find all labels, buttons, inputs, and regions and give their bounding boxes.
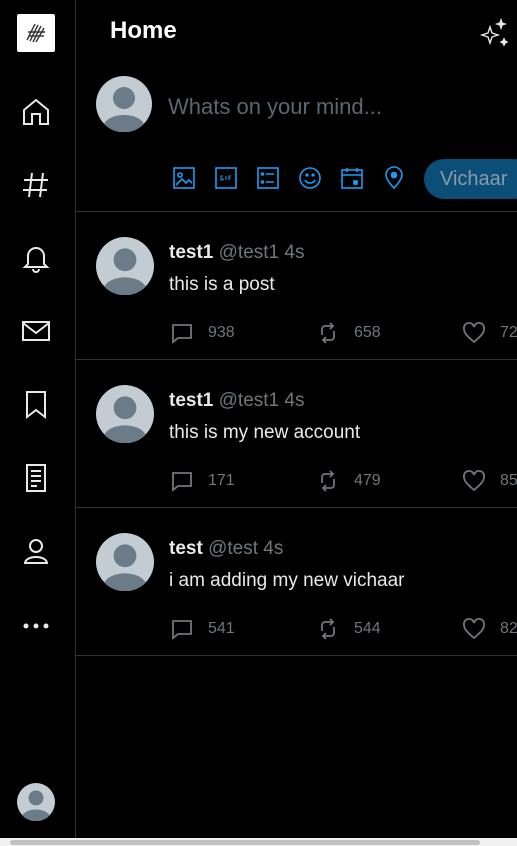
post-time: 4s	[284, 390, 305, 411]
post-author-name[interactable]: test1	[169, 242, 213, 263]
post-time: 4s	[284, 242, 305, 263]
like-button[interactable]: 72	[462, 320, 517, 346]
repost-count: 479	[354, 472, 380, 489]
reply-icon	[172, 620, 192, 640]
sparkle-icon[interactable]	[479, 17, 509, 48]
reply-button[interactable]: 541	[170, 616, 234, 642]
page-title: Home	[110, 17, 177, 44]
like-button[interactable]: 85	[462, 468, 517, 494]
avatar[interactable]	[96, 237, 154, 296]
repost-icon	[321, 322, 335, 344]
like-count: 85	[500, 472, 517, 489]
image-icon[interactable]	[170, 164, 198, 192]
lists-icon[interactable]	[18, 460, 54, 496]
header: Home	[76, 0, 517, 64]
like-count: 82	[500, 620, 517, 637]
reply-count: 541	[208, 620, 234, 637]
repost-button[interactable]: 544	[316, 616, 380, 642]
post-handle: @test1	[218, 242, 280, 263]
repost-icon	[321, 470, 335, 492]
reply-icon	[172, 324, 192, 344]
messages-mail-icon[interactable]	[18, 313, 54, 349]
post-time: 4s	[263, 538, 284, 559]
poll-icon[interactable]	[254, 164, 282, 192]
post-text: i am adding my new vichaar	[169, 570, 405, 591]
post-button[interactable]: Vichaar	[424, 159, 517, 199]
like-icon	[463, 618, 485, 640]
like-icon	[463, 322, 485, 344]
repost-count: 544	[354, 620, 380, 637]
like-button[interactable]: 82	[462, 616, 517, 642]
post-author-name[interactable]: test1	[169, 390, 213, 411]
post-item[interactable]: test1 @test1 4s this is a post 938 658 7…	[76, 212, 517, 360]
avatar[interactable]	[96, 533, 154, 592]
like-count: 72	[500, 324, 517, 341]
post-text: this is my new account	[169, 422, 361, 443]
repost-button[interactable]: 479	[316, 468, 380, 494]
more-icon[interactable]	[18, 606, 54, 642]
home-icon[interactable]	[18, 94, 54, 130]
compose-box: Vichaar	[76, 64, 517, 212]
post-handle: @test	[208, 538, 258, 559]
reply-count: 1710	[208, 472, 234, 489]
repost-count: 658	[354, 324, 380, 341]
reply-icon	[172, 472, 192, 492]
notifications-bell-icon[interactable]	[18, 240, 54, 276]
avatar	[96, 76, 152, 133]
reply-button[interactable]: 1710	[170, 468, 234, 494]
post-item[interactable]: test @test 4s i am adding my new vichaar…	[76, 508, 517, 656]
compose-input[interactable]	[168, 94, 508, 120]
schedule-icon[interactable]	[338, 164, 366, 192]
sidebar	[0, 0, 76, 838]
reply-button[interactable]: 938	[170, 320, 234, 346]
horizontal-scrollbar[interactable]	[0, 838, 517, 846]
emoji-icon[interactable]	[296, 164, 324, 192]
main-feed: Home Whats on your mind... Vichaar test1…	[76, 0, 517, 838]
reply-count: 938	[208, 324, 234, 341]
explore-hash-icon[interactable]	[18, 167, 54, 203]
location-icon[interactable]	[380, 164, 408, 192]
post-item[interactable]: test1 @test1 4s this is my new account 1…	[76, 360, 517, 508]
avatar[interactable]	[17, 783, 55, 822]
repost-icon	[321, 618, 335, 640]
logo-icon[interactable]	[17, 14, 55, 52]
post-handle: @test1	[218, 390, 280, 411]
post-header: test @test 4s	[169, 538, 283, 560]
scrollbar-thumb[interactable]	[10, 840, 480, 845]
post-author-name[interactable]: test	[169, 538, 203, 559]
repost-button[interactable]: 658	[316, 320, 380, 346]
post-header: test1 @test1 4s	[169, 390, 304, 412]
avatar[interactable]	[96, 385, 154, 444]
like-icon	[463, 470, 485, 492]
profile-icon[interactable]	[18, 533, 54, 569]
post-header: test1 @test1 4s	[169, 242, 304, 264]
bookmark-icon[interactable]	[18, 386, 54, 422]
post-text: this is a post	[169, 274, 275, 295]
gif-icon[interactable]	[212, 164, 240, 192]
